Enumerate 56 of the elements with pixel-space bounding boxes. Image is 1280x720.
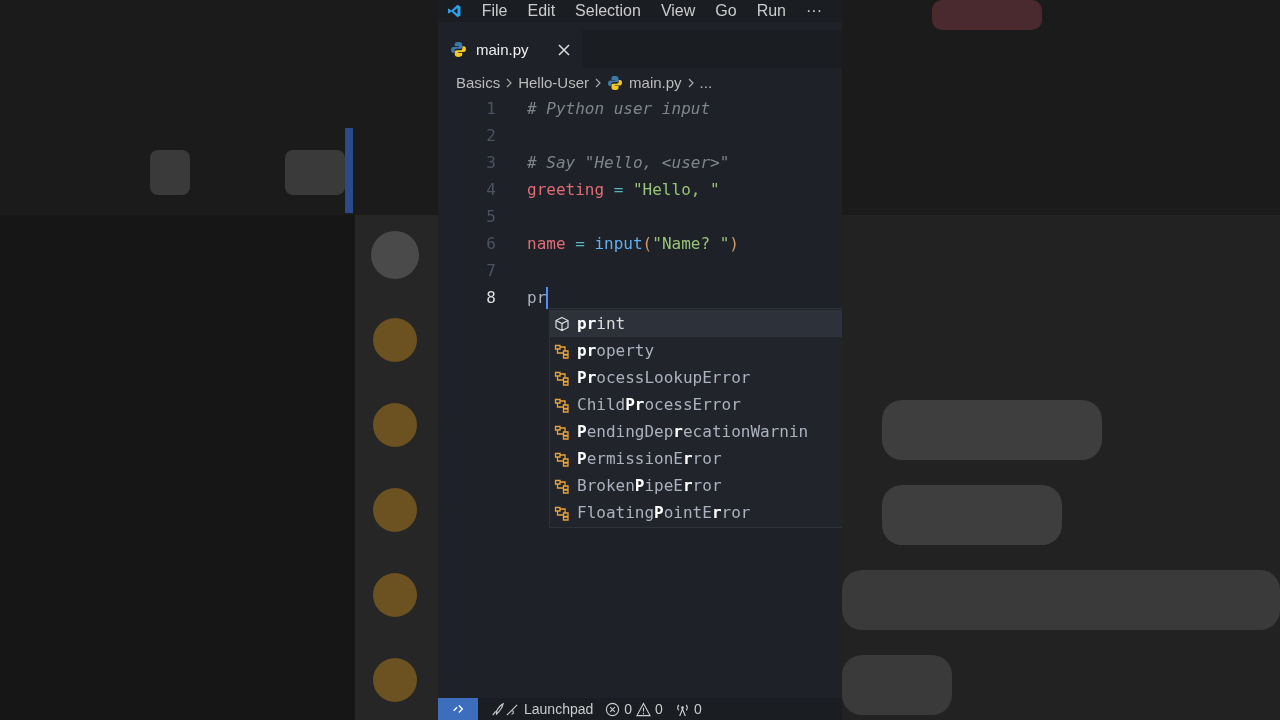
code-line: # Say "Hello, <user>"	[527, 153, 730, 172]
code-line: name = input("Name? ")	[527, 234, 739, 253]
class-icon	[554, 423, 570, 440]
chevron-icon	[506, 77, 513, 88]
chevron-icon	[595, 77, 602, 88]
menu-item[interactable]: Run	[756, 2, 786, 20]
line-number: 8	[485, 288, 496, 307]
line-number: 7	[485, 261, 496, 280]
close-icon[interactable]	[557, 43, 570, 56]
text-cursor	[546, 286, 549, 309]
suggestion-item[interactable]: ChildProcessError	[550, 391, 842, 418]
error-icon	[605, 701, 621, 717]
line-number: 4	[485, 180, 496, 199]
launchpad-button[interactable]: Launchpad	[490, 701, 594, 717]
class-icon	[554, 450, 570, 467]
remote-button[interactable]	[438, 698, 478, 720]
code-line: pr	[527, 288, 547, 307]
breadcrumb[interactable]: ...	[699, 74, 713, 91]
editor-tab[interactable]: main.py	[438, 30, 582, 68]
python-icon	[607, 74, 624, 91]
line-number: 3	[485, 153, 496, 172]
menu-item[interactable]: Go	[715, 2, 737, 20]
menu-item[interactable]: View	[660, 2, 696, 20]
code-line: greeting = "Hello, "	[527, 180, 720, 199]
suggestion-item[interactable]: property	[550, 337, 842, 364]
problems-button[interactable]: 0 0	[605, 701, 663, 717]
class-icon	[554, 342, 570, 359]
suggestion-item[interactable]: FloatingPointError	[550, 499, 842, 526]
line-number: 2	[485, 126, 496, 145]
suggestion-item[interactable]: BrokenPipeError	[550, 472, 842, 499]
breadcrumb[interactable]: main.py	[629, 74, 682, 91]
class-icon	[554, 396, 570, 413]
menu-item[interactable]: File	[481, 2, 508, 20]
class-icon	[554, 369, 570, 386]
class-icon	[554, 477, 570, 494]
suggestion-item[interactable]: ProcessLookupError	[550, 364, 842, 391]
line-number: 6	[485, 234, 496, 253]
cube-icon	[554, 315, 570, 332]
suggestion-item[interactable]: print	[550, 310, 842, 337]
warning-icon	[636, 701, 652, 717]
breadcrumb[interactable]: Hello-User	[518, 74, 590, 91]
line-number: 1	[485, 99, 496, 118]
remote-icon	[451, 702, 465, 716]
chevron-icon	[687, 77, 694, 88]
suggestion-item[interactable]: PermissionError	[550, 445, 842, 472]
code-line: # Python user input	[527, 99, 711, 118]
breadcrumb[interactable]: Basics	[456, 74, 501, 91]
menu-item[interactable]: ···	[806, 2, 822, 20]
tab-label: main.py	[476, 41, 529, 58]
suggestion-item[interactable]: PendingDeprecationWarnin	[550, 418, 842, 445]
ports-button[interactable]: 0	[674, 701, 702, 717]
menu-item[interactable]: Edit	[527, 2, 556, 20]
menu-item[interactable]: Selection	[575, 2, 641, 20]
line-number: 5	[485, 207, 496, 226]
class-icon	[554, 504, 570, 521]
python-icon	[450, 41, 467, 58]
